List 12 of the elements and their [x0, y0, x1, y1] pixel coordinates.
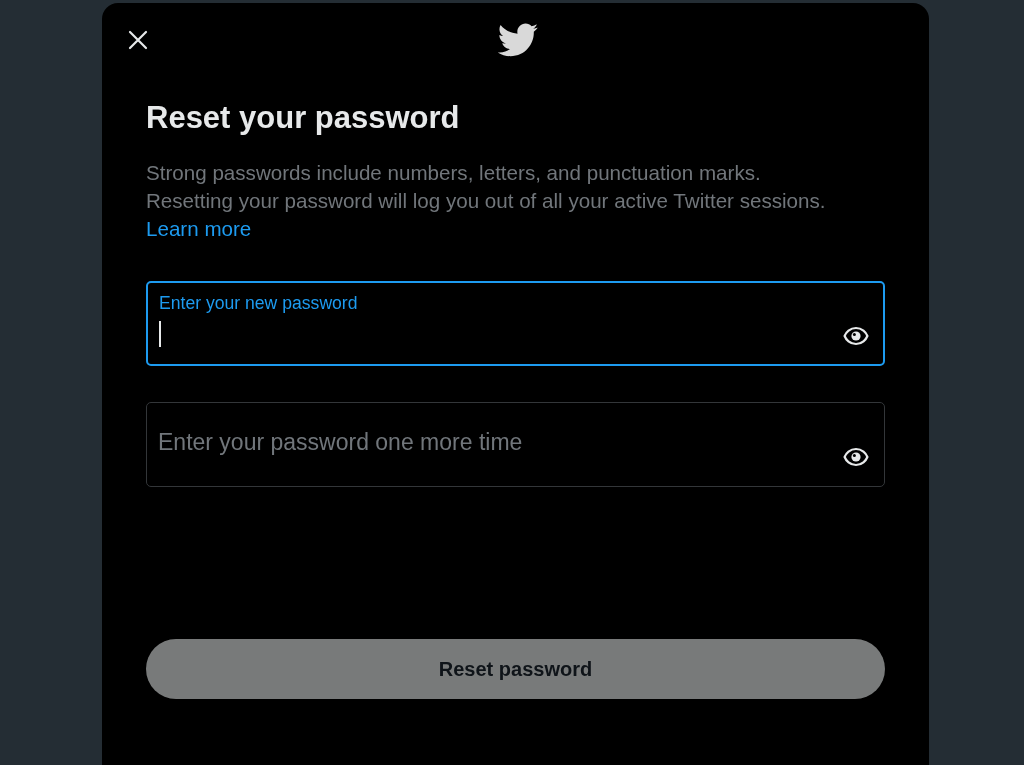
description-text: Strong passwords include numbers, letters, and punctuation marks. Resetting your password will log you out of all your active Twitter sessions. Learn more	[146, 160, 827, 242]
bird-logo-icon	[496, 23, 538, 57]
password-field[interactable]: Enter your password one more time	[146, 402, 885, 487]
close-icon[interactable]	[128, 30, 148, 50]
field-label: Enter your password one more time	[158, 428, 523, 456]
learn-more-link[interactable]: Learn more	[146, 217, 252, 240]
eye-icon[interactable]	[843, 326, 869, 346]
text-cursor	[159, 321, 161, 347]
eye-icon[interactable]	[843, 447, 869, 467]
field-label: Enter your new password	[159, 293, 358, 314]
password-field[interactable]: Enter your new password	[146, 281, 885, 366]
dialog-title: Reset your password	[146, 100, 460, 136]
